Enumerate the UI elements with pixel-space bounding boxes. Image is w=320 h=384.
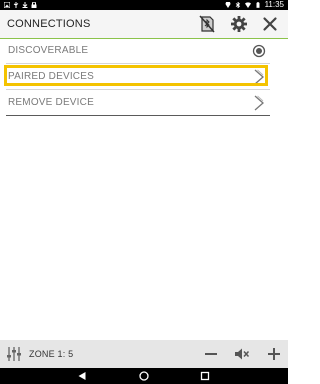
remove-device-chevron bbox=[252, 95, 266, 111]
lock-icon bbox=[31, 2, 37, 8]
back-button[interactable] bbox=[76, 370, 88, 382]
image-icon bbox=[4, 2, 10, 8]
status-right-icons: 11:35 bbox=[225, 0, 284, 10]
status-time: 11:35 bbox=[264, 0, 284, 9]
list-item-label: DISCOVERABLE bbox=[8, 45, 89, 56]
wifi-icon bbox=[244, 2, 251, 8]
list-item-label: REMOVE DEVICE bbox=[8, 97, 94, 108]
bluetooth-off-icon bbox=[199, 15, 215, 33]
status-left-icons bbox=[4, 0, 37, 10]
zone-controls-button[interactable] bbox=[6, 346, 22, 362]
zone-label: ZONE 1: 5 bbox=[29, 349, 74, 359]
back-icon bbox=[78, 372, 86, 380]
mute-icon bbox=[235, 348, 250, 360]
chevron-right-icon bbox=[254, 69, 264, 85]
list-item-label: PAIRED DEVICES bbox=[8, 71, 94, 82]
minus-icon bbox=[205, 353, 217, 355]
download-icon bbox=[22, 2, 28, 8]
bluetooth-off-button[interactable] bbox=[198, 15, 216, 33]
bluetooth-icon bbox=[235, 2, 240, 8]
volume-up-button[interactable] bbox=[265, 345, 283, 363]
settings-button[interactable] bbox=[230, 15, 248, 33]
close-icon bbox=[263, 17, 277, 31]
home-icon bbox=[139, 371, 149, 381]
close-button[interactable] bbox=[261, 15, 279, 33]
radio-selected-icon bbox=[252, 44, 266, 58]
plus-icon bbox=[268, 348, 280, 360]
chevron-right-icon bbox=[254, 95, 264, 111]
gear-icon bbox=[231, 16, 247, 32]
connections-list: DISCOVERABLE PAIRED DEVICES REMOVE DEVIC… bbox=[6, 38, 270, 116]
list-item-remove-device[interactable]: REMOVE DEVICE bbox=[6, 90, 270, 116]
usb-icon bbox=[13, 2, 19, 8]
status-bar: 11:35 bbox=[0, 0, 288, 10]
header: CONNECTIONS bbox=[0, 10, 288, 39]
nav-bar bbox=[0, 368, 288, 384]
list-item-discoverable[interactable]: DISCOVERABLE bbox=[6, 38, 270, 64]
recents-icon bbox=[200, 371, 210, 381]
paired-devices-chevron bbox=[252, 69, 266, 85]
page-title: CONNECTIONS bbox=[7, 18, 91, 30]
mute-button[interactable] bbox=[233, 345, 251, 363]
battery-icon bbox=[256, 2, 260, 8]
recents-button[interactable] bbox=[199, 370, 211, 382]
list-item-paired-devices[interactable]: PAIRED DEVICES bbox=[6, 64, 270, 90]
volume-down-button[interactable] bbox=[202, 345, 220, 363]
location-icon bbox=[225, 2, 230, 8]
equalizer-icon bbox=[7, 347, 21, 361]
zone-footer: ZONE 1: 5 bbox=[0, 340, 288, 368]
discoverable-toggle[interactable] bbox=[252, 43, 266, 59]
home-button[interactable] bbox=[138, 370, 150, 382]
